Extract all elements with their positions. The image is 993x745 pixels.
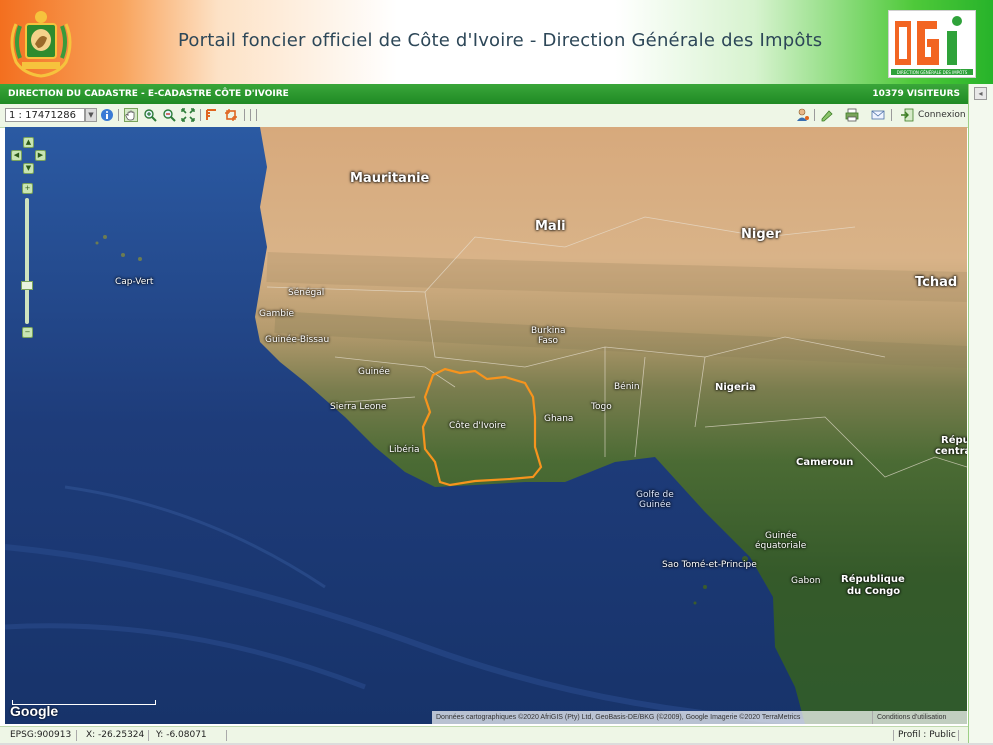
right-side-panel: ◂ [968, 84, 993, 745]
map-toolbar: 1 : 17471286 ▼ Connexion [0, 104, 968, 128]
google-logo: Google [10, 703, 59, 719]
dgi-logo: DIRECTION GÉNÉRALE DES IMPÔTS [888, 10, 976, 78]
pan-right-button[interactable]: ▶ [35, 150, 46, 161]
measure-icon[interactable] [205, 108, 219, 122]
attribution-text: Données cartographiques ©2020 AfriGIS (P… [436, 714, 801, 721]
app-title: DIRECTION DU CADASTRE - E-CADASTRE CÔTE … [8, 89, 289, 99]
label-benin: Bénin [614, 382, 640, 392]
label-guinee: Guinée [358, 367, 390, 377]
label-guinee-bissau: Guinée-Bissau [265, 335, 330, 345]
label-guinee-eq-2: équatoriale [755, 541, 807, 551]
full-extent-icon[interactable] [181, 108, 195, 122]
zoom-slider-track[interactable] [25, 198, 29, 324]
coat-of-arms-emblem [2, 4, 80, 80]
scale-input[interactable]: 1 : 17471286 [5, 108, 85, 122]
visitor-counter: 10379 VISITEURS [872, 89, 960, 99]
mail-icon[interactable] [871, 108, 885, 122]
label-du-congo: du Congo [847, 586, 901, 597]
label-cote-divoire: Côte d'Ivoire [449, 421, 506, 431]
collapse-panel-button[interactable]: ◂ [974, 87, 987, 100]
dgi-logo-caption: DIRECTION GÉNÉRALE DES IMPÔTS [897, 70, 968, 75]
pan-hand-icon[interactable] [124, 108, 138, 122]
cursor-y-coordinate: Y: -6.08071 [156, 730, 207, 740]
label-cameroun: Cameroun [796, 457, 854, 468]
label-nigeria: Nigeria [715, 382, 756, 393]
cursor-x-coordinate: X: -26.25324 [86, 730, 145, 740]
zoom-out-icon[interactable] [162, 108, 176, 122]
login-icon[interactable] [900, 108, 914, 122]
pan-up-button[interactable]: ▲ [23, 137, 34, 148]
status-bar: EPSG:900913 X: -26.25324 Y: -6.08071 Pro… [0, 726, 968, 744]
pan-left-button[interactable]: ◀ [11, 150, 22, 161]
label-rep-centrafrique-1: Répu [941, 435, 967, 446]
application-titlebar: DIRECTION DU CADASTRE - E-CADASTRE CÔTE … [0, 84, 968, 104]
user-icon[interactable] [796, 108, 810, 122]
zoom-slider-thumb[interactable] [21, 281, 33, 290]
label-golfe-de: Golfe de [636, 490, 674, 500]
label-niger: Niger [741, 227, 781, 242]
zoom-out-button[interactable]: − [22, 327, 33, 338]
label-liberia: Libéria [389, 445, 420, 455]
label-mali: Mali [535, 219, 566, 234]
terms-of-use-link[interactable]: Conditions d'utilisation [872, 711, 946, 724]
label-togo: Togo [591, 402, 612, 412]
label-gambie: Gambie [259, 309, 295, 319]
label-tchad: Tchad [915, 275, 958, 290]
label-senegal: Sénégal [288, 288, 325, 298]
portal-header: Portail foncier officiel de Côte d'Ivoir… [0, 0, 993, 84]
label-burkina: Burkina [531, 326, 566, 336]
select-icon[interactable] [224, 108, 238, 122]
label-mauritanie: Mauritanie [350, 171, 430, 186]
label-faso: Faso [538, 336, 559, 346]
user-profile-status: Profil : Public [898, 730, 956, 740]
zoom-in-button[interactable]: + [22, 183, 33, 194]
label-guinee-eq-1: Guinée [765, 531, 797, 541]
label-gabon: Gabon [791, 576, 821, 586]
map-attribution: Données cartographiques ©2020 AfriGIS (P… [432, 711, 968, 724]
label-republique: République [841, 574, 905, 585]
scale-dropdown-button[interactable]: ▼ [85, 108, 97, 122]
print-icon[interactable] [845, 108, 859, 122]
map-viewport[interactable]: Mauritanie Mali Niger Tchad Cap-Vert Sén… [5, 127, 967, 724]
info-icon[interactable] [100, 108, 114, 122]
portal-title: Portail foncier officiel de Côte d'Ivoir… [178, 30, 823, 51]
pan-down-button[interactable]: ▼ [23, 163, 34, 174]
label-sao-tome: Sao Tomé-et-Principe [662, 560, 757, 570]
projection-code: EPSG:900913 [10, 730, 72, 740]
zoom-in-icon[interactable] [143, 108, 157, 122]
label-cap-vert: Cap-Vert [115, 277, 154, 287]
label-ghana: Ghana [544, 414, 574, 424]
edit-icon[interactable] [820, 108, 834, 122]
connexion-link[interactable]: Connexion [918, 107, 966, 123]
label-golfe-guinee: Guinée [639, 500, 671, 510]
label-sierra-leone: Sierra Leone [330, 402, 387, 412]
label-rep-centrafrique-2: centra [935, 446, 967, 457]
